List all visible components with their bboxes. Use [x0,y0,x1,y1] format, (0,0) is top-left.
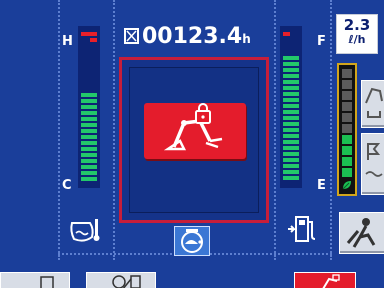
operator-button[interactable] [339,212,384,254]
frame-divider [58,0,60,260]
fuel-full-label: F [317,34,326,49]
coolant-temperature-icon [66,215,102,245]
work-mode-icon [365,87,383,118]
coolant-high-label: H [62,34,73,49]
fuel-consumption-value: 2.3 [343,16,371,34]
menu-button[interactable] [0,272,70,288]
hour-meter: 00123.4h [124,24,251,49]
monitor-screen: H C F E 00123.4h 2.3 ℓ/h [0,0,384,288]
hydraulic-lock-small-icon [322,274,340,288]
center-inner-panel [129,67,259,213]
hour-meter-value: 00123.4 [142,24,243,49]
fuel-gauge [280,26,302,188]
coolant-temperature-gauge [78,26,100,188]
clock-button[interactable] [86,272,156,288]
auto-idle-button[interactable] [361,133,384,195]
frame-divider [330,0,332,260]
eco-leaf-icon [342,181,351,190]
operator-icon [346,218,376,248]
fuel-consumption-display: 2.3 ℓ/h [336,14,378,54]
hydraulic-lock-icon [163,103,223,151]
hour-meter-unit: h [242,32,251,46]
fuel-consumption-unit: ℓ/h [348,33,366,46]
hydraulic-lock-button[interactable] [144,103,246,159]
fuel-pump-icon [286,214,322,244]
settings-icon [40,276,54,288]
auto-idle-icon [365,143,383,177]
clock-icon [112,275,141,288]
work-mode-button[interactable] [361,80,384,128]
lock-tab-button[interactable] [294,272,356,288]
hourglass-icon [124,28,139,44]
engine-turtle-icon [181,229,203,253]
center-panel [119,57,269,223]
engine-mode-button[interactable] [174,226,210,256]
coolant-low-label: C [62,178,72,193]
frame-divider [113,0,115,260]
frame-divider [274,0,276,260]
eco-gauge [337,63,357,196]
fuel-empty-label: E [317,178,326,193]
